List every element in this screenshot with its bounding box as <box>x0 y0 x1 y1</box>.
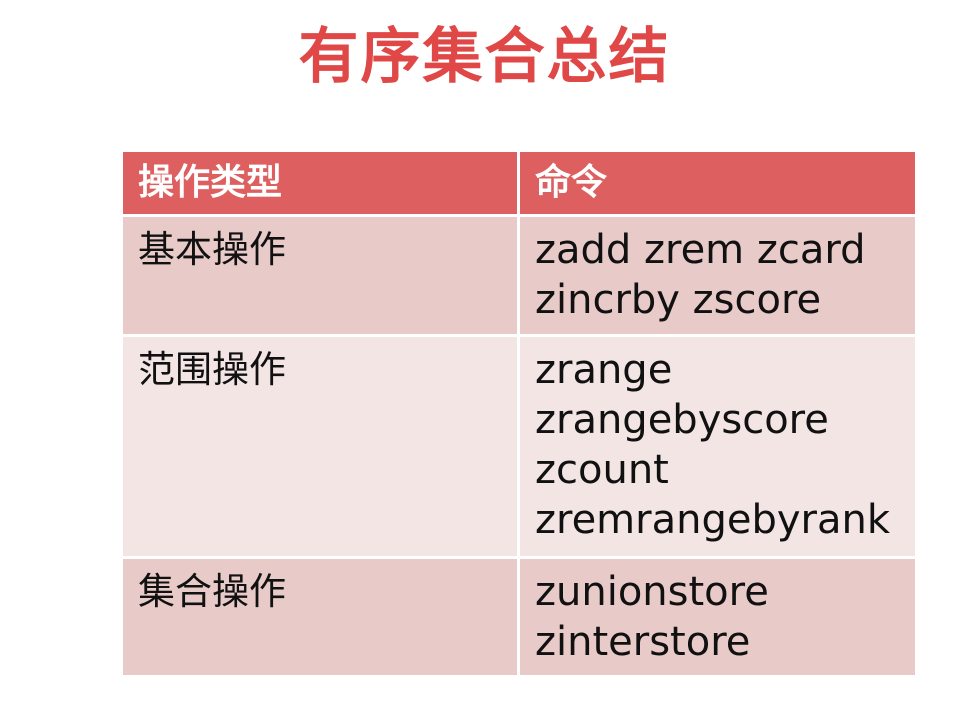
command: zunionstore <box>535 569 769 615</box>
command: zremrangebyrank <box>535 497 890 543</box>
summary-table: 操作类型 命令 基本操作 zadd zrem zcard zincrby zsc… <box>123 152 915 678</box>
command: zcount <box>535 447 669 493</box>
command: zrangebyscore <box>535 397 829 443</box>
commands: zadd zrem zcard zincrby zscore <box>520 217 915 334</box>
slide-title: 有序集合总结 <box>298 22 671 92</box>
operation-type: 范围操作 <box>123 337 517 556</box>
command: zrange <box>535 347 673 393</box>
command: zadd zrem zcard <box>535 227 866 273</box>
command: zincrby zscore <box>535 277 822 323</box>
commands: zunionstore zinterstore <box>520 559 915 675</box>
table-header-row: 操作类型 命令 <box>123 152 915 214</box>
table-row: 基本操作 zadd zrem zcard zincrby zscore <box>123 217 915 334</box>
table-row: 范围操作 zrange zrangebyscore zcount zremran… <box>123 337 915 556</box>
table-row: 集合操作 zunionstore zinterstore <box>123 559 915 675</box>
operation-type: 基本操作 <box>123 217 517 334</box>
header-operation-type: 操作类型 <box>123 152 517 214</box>
commands: zrange zrangebyscore zcount zremrangebyr… <box>520 337 915 556</box>
command: zinterstore <box>535 619 751 665</box>
header-command: 命令 <box>520 152 915 214</box>
operation-type: 集合操作 <box>123 559 517 675</box>
